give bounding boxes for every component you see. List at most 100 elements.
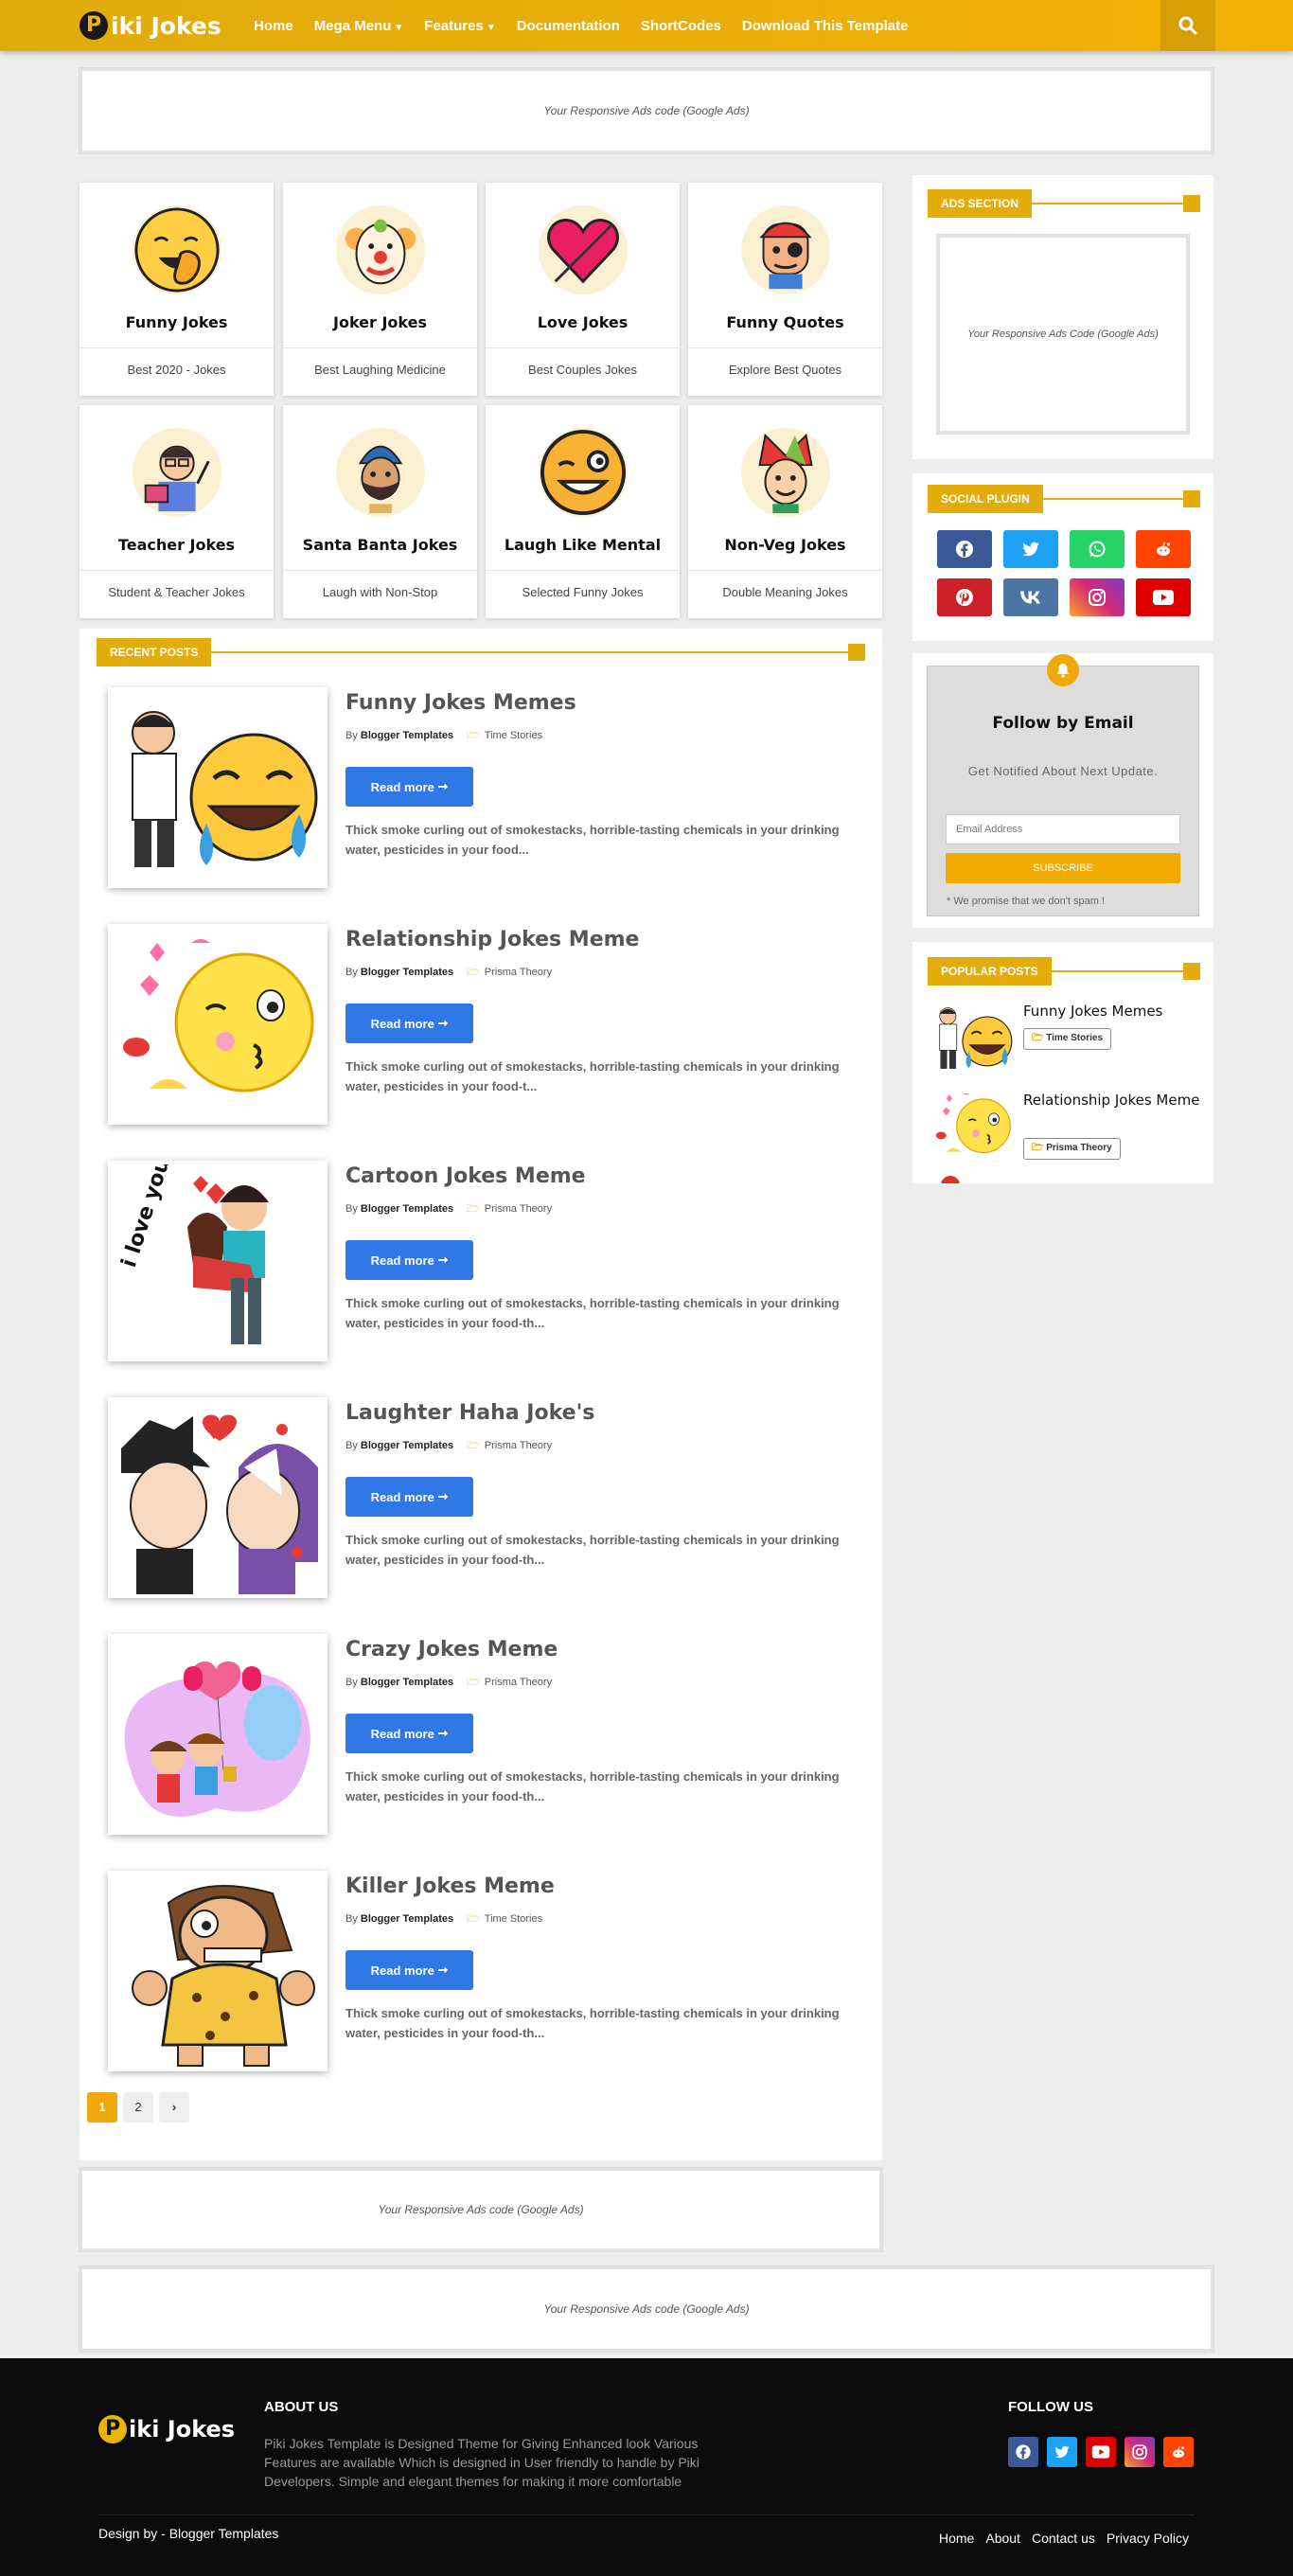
footer-link-contact[interactable]: Contact us	[1032, 2531, 1095, 2546]
nav-features[interactable]: Features ▼	[424, 18, 495, 34]
post-title[interactable]: Crazy Jokes Meme	[345, 1638, 558, 1661]
post-label[interactable]: Prisma Theory	[485, 1440, 552, 1451]
popular-post-title[interactable]: Relationship Jokes Meme	[1023, 1091, 1203, 1110]
post-card: Relationship Jokes Meme By Blogger Templa…	[108, 924, 856, 1128]
nav-mega-menu-label: Mega Menu	[313, 17, 392, 34]
top-ad-banner[interactable]: Your Responsive Ads code (Google Ads)	[79, 67, 1214, 154]
footer-divider	[98, 2514, 1195, 2515]
subscribe-button[interactable]: SUBSCRIBE	[946, 853, 1180, 883]
heart-icon	[538, 205, 628, 294]
site-logo[interactable]: Piki Jokes	[80, 9, 221, 42]
bottom-content-ad[interactable]: Your Responsive Ads code (Google Ads)	[79, 2167, 883, 2252]
post-title[interactable]: Funny Jokes Memes	[345, 691, 576, 715]
post-author[interactable]: Blogger Templates	[361, 1913, 453, 1925]
footer: Piki Jokes ABOUT US Piki Jokes Template …	[0, 2358, 1293, 2576]
whatsapp-button[interactable]	[1070, 530, 1125, 568]
pinterest-button[interactable]	[937, 578, 992, 616]
social-plugin-label: SOCIAL PLUGIN	[928, 485, 1043, 513]
category-card-joker-jokes[interactable]: Joker Jokes Best Laughing Medicine	[283, 183, 477, 396]
footer-twitter-button[interactable]	[1047, 2437, 1077, 2467]
youtube-button[interactable]	[1136, 578, 1191, 616]
category-card-funny-jokes[interactable]: Funny Jokes Best 2020 - Jokes	[80, 183, 274, 396]
folder-icon: 🗁	[467, 1677, 480, 1688]
nav-download-template[interactable]: Download This Template	[742, 18, 909, 34]
post-author[interactable]: Blogger Templates	[361, 1203, 453, 1215]
bottom-ad-banner[interactable]: Your Responsive Ads code (Google Ads)	[79, 2265, 1214, 2353]
page-1-button[interactable]: 1	[87, 2092, 117, 2123]
footer-credit[interactable]: Design by - Blogger Templates	[98, 2526, 278, 2541]
post-thumbnail[interactable]: i love you	[108, 1161, 328, 1361]
popular-post-thumbnail[interactable]	[931, 1000, 1015, 1070]
read-more-button[interactable]: Read more ➞	[345, 767, 473, 807]
sidebar-ad[interactable]: Your Responsive Ads Code (Google Ads)	[936, 234, 1190, 435]
email-field[interactable]	[946, 814, 1180, 844]
post-title[interactable]: Killer Jokes Meme	[345, 1874, 555, 1898]
footer-facebook-button[interactable]	[1008, 2437, 1038, 2467]
footer-link-about[interactable]: About	[985, 2531, 1020, 2546]
read-more-button[interactable]: Read more ➞	[345, 1950, 473, 1990]
popular-post-label[interactable]: 🗁 Time Stories	[1023, 1028, 1112, 1050]
post-author[interactable]: Blogger Templates	[361, 1677, 453, 1688]
post-label[interactable]: Time Stories	[485, 730, 542, 741]
twitter-icon	[1021, 540, 1040, 559]
folder-icon: 🗁	[467, 1913, 480, 1925]
chevron-down-icon: ▼	[394, 22, 404, 33]
next-page-button[interactable]: ›	[159, 2092, 189, 2123]
read-more-button[interactable]: Read more ➞	[345, 1477, 473, 1517]
post-label[interactable]: Time Stories	[485, 1913, 542, 1925]
search-button[interactable]	[1160, 0, 1215, 51]
post-thumbnail[interactable]	[108, 1397, 328, 1598]
nav-mega-menu[interactable]: Mega Menu ▼	[314, 18, 404, 34]
footer-instagram-button[interactable]	[1125, 2437, 1155, 2467]
nav-documentation[interactable]: Documentation	[517, 18, 620, 34]
post-thumbnail[interactable]	[108, 924, 328, 1125]
logo-letter: P	[80, 11, 108, 40]
post-thumbnail[interactable]	[108, 1871, 328, 2071]
popular-post-thumbnail[interactable]	[931, 1089, 1015, 1159]
read-more-button[interactable]: Read more ➞	[345, 1714, 473, 1753]
post-thumbnail[interactable]	[108, 687, 328, 888]
nav-shortcodes[interactable]: ShortCodes	[641, 18, 721, 34]
reddit-button[interactable]	[1136, 530, 1191, 568]
follow-email-subtitle: Get Notified About Next Update.	[967, 764, 1159, 778]
category-card-non-veg-jokes[interactable]: Non-Veg Jokes Double Meaning Jokes	[688, 405, 882, 618]
post-thumbnail[interactable]	[108, 1634, 328, 1835]
page-2-button[interactable]: 2	[123, 2092, 153, 2123]
category-title: Funny Jokes	[125, 313, 228, 331]
category-card-love-jokes[interactable]: Love Jokes Best Couples Jokes	[486, 183, 680, 396]
post-title[interactable]: Cartoon Jokes Meme	[345, 1164, 586, 1188]
popular-post-label[interactable]: 🗁 Prisma Theory	[1023, 1138, 1121, 1160]
post-author[interactable]: Blogger Templates	[361, 1440, 453, 1451]
read-more-button[interactable]: Read more ➞	[345, 1004, 473, 1043]
category-card-funny-quotes[interactable]: Funny Quotes Explore Best Quotes	[688, 183, 882, 396]
category-card-santa-banta-jokes[interactable]: Santa Banta Jokes Laugh with Non-Stop	[283, 405, 477, 618]
facebook-button[interactable]	[937, 530, 992, 568]
vk-button[interactable]	[1003, 578, 1058, 616]
read-more-label: Read more	[370, 1489, 434, 1504]
bell-icon	[1047, 654, 1079, 686]
post-author[interactable]: Blogger Templates	[361, 967, 453, 978]
post-excerpt: Thick smoke curling out of smokestacks, …	[345, 1533, 840, 1567]
post-title[interactable]: Relationship Jokes Meme	[345, 928, 639, 951]
post-title[interactable]: Laughter Haha Joke's	[345, 1401, 594, 1425]
arrow-right-icon: ➞	[437, 1016, 449, 1030]
twitter-button[interactable]	[1003, 530, 1058, 568]
post-author[interactable]: Blogger Templates	[361, 730, 453, 741]
post-card: i love you Cartoon Jokes Meme By Blogger T…	[108, 1161, 856, 1364]
category-title: Joker Jokes	[333, 313, 427, 331]
jester-icon	[740, 428, 830, 517]
nav-home[interactable]: Home	[254, 18, 293, 34]
footer-link-privacy[interactable]: Privacy Policy	[1107, 2531, 1189, 2546]
read-more-button[interactable]: Read more ➞	[345, 1240, 473, 1280]
post-label[interactable]: Prisma Theory	[485, 1203, 552, 1215]
footer-logo[interactable]: Piki Jokes	[98, 2415, 235, 2443]
footer-reddit-button[interactable]	[1163, 2437, 1194, 2467]
post-label[interactable]: Prisma Theory	[485, 967, 552, 978]
popular-post-title[interactable]: Funny Jokes Memes	[1023, 1002, 1203, 1022]
category-card-laugh-like-mental[interactable]: Laugh Like Mental Selected Funny Jokes	[486, 405, 680, 618]
category-card-teacher-jokes[interactable]: Teacher Jokes Student & Teacher Jokes	[80, 405, 274, 618]
post-label[interactable]: Prisma Theory	[485, 1677, 552, 1688]
instagram-button[interactable]	[1070, 578, 1125, 616]
footer-link-home[interactable]: Home	[939, 2531, 974, 2546]
footer-youtube-button[interactable]	[1086, 2437, 1116, 2467]
